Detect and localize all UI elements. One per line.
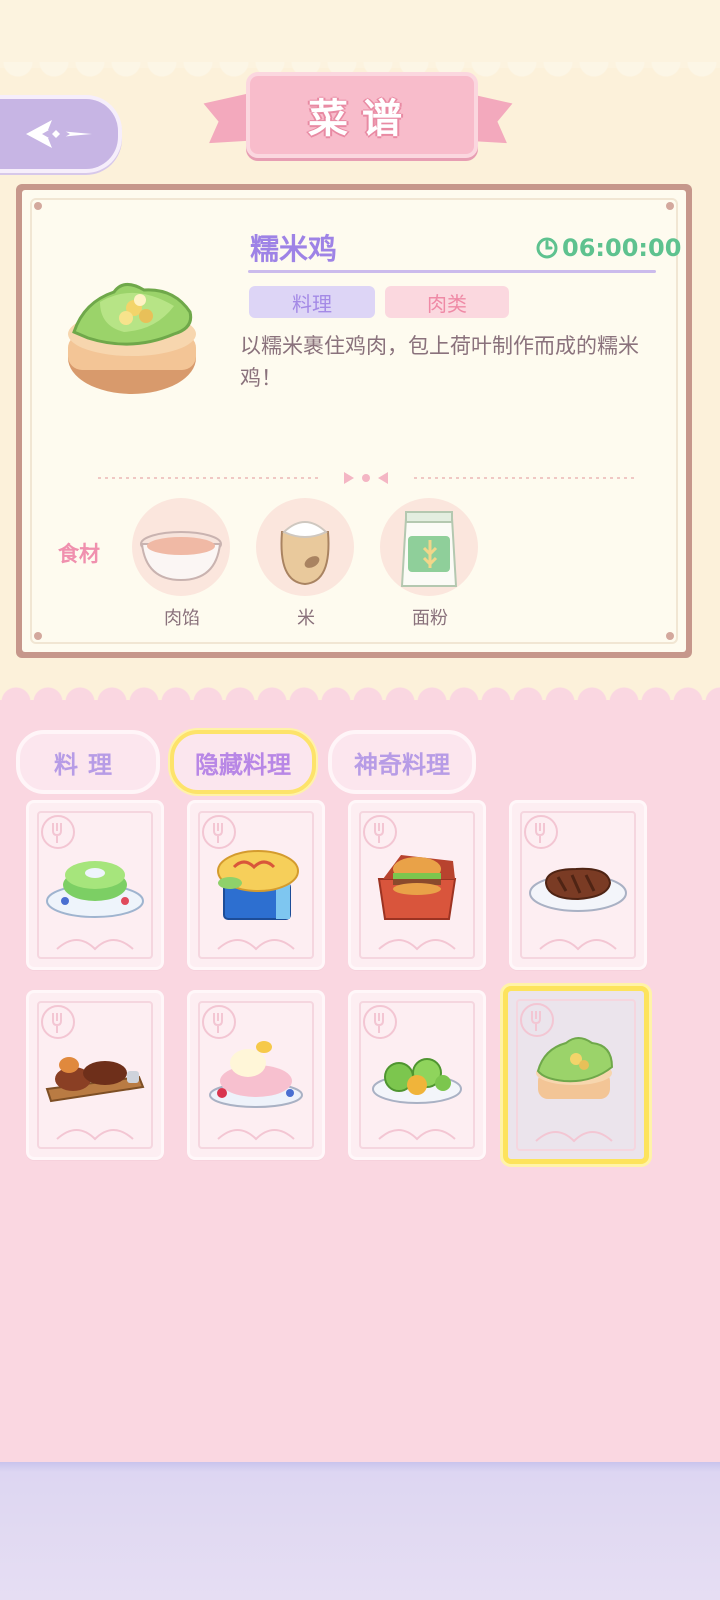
ingredient-item[interactable]: 面粉: [380, 498, 480, 629]
dish-slot[interactable]: [187, 990, 325, 1160]
recipe-name: 糯米鸡: [250, 232, 338, 266]
pig-cake-icon: [209, 1041, 303, 1108]
wheat-icon: [217, 939, 295, 951]
dish-slot[interactable]: [26, 990, 164, 1160]
dish-slot-selected[interactable]: [503, 986, 649, 1164]
meat-filling-bowl-icon: [140, 531, 222, 582]
lotus-leaf-chicken-icon: [536, 1037, 614, 1099]
green-pancake-icon: [46, 861, 144, 918]
wheat-icon: [378, 1129, 456, 1141]
wheat-icon: [56, 1129, 134, 1141]
dish-slot[interactable]: [509, 800, 647, 970]
dish-slot[interactable]: [348, 800, 486, 970]
wheat-icon: [539, 939, 617, 951]
ingredient-item[interactable]: 肉馅: [132, 498, 232, 629]
wheat-icon: [535, 1131, 613, 1143]
wheat-icon: [217, 1129, 295, 1141]
wheat-icon: [378, 939, 456, 951]
cook-timer: 06:00:00: [536, 234, 681, 262]
name-underline: [248, 270, 656, 273]
clock-icon: [536, 237, 558, 259]
ingredient-item[interactable]: 米: [256, 498, 356, 629]
tab-hidden-cooking[interactable]: 隐藏料理: [170, 730, 316, 794]
recipe-description: 以糯米裹住鸡肉，包上荷叶制作而成的糯米鸡！: [240, 334, 639, 390]
tab-cooking[interactable]: 料理: [16, 730, 160, 794]
title-ribbon: 菜谱: [206, 72, 510, 164]
green-buns-icon: [372, 1058, 462, 1104]
back-arrow-icon: [26, 120, 92, 148]
burger-box-icon: [377, 855, 457, 920]
tag-category: 料理: [249, 286, 375, 318]
tab-magic-cooking[interactable]: 神奇料理: [328, 730, 476, 794]
dish-slot[interactable]: [348, 990, 486, 1160]
ingredient-name: 米: [297, 608, 315, 629]
tag-type: 肉类: [385, 286, 509, 318]
wheat-icon: [56, 939, 134, 951]
ingredients-label: 食材: [58, 542, 100, 566]
ingredient-name: 肉馅: [164, 608, 200, 629]
cook-time: 06:00:00: [562, 234, 682, 262]
ingredient-name: 面粉: [412, 608, 448, 629]
steak-icon: [529, 867, 627, 912]
omelette-box-icon: [217, 850, 299, 920]
bottom-bar: [0, 1462, 720, 1600]
back-button[interactable]: [0, 95, 122, 173]
grilled-meat-platter-icon: [45, 1057, 145, 1103]
lotus-leaf-chicken-icon: [68, 283, 196, 394]
dish-slot[interactable]: [187, 800, 325, 970]
ribbon-divider: [98, 472, 634, 484]
flour-bag-icon: [400, 511, 458, 587]
dish-slot[interactable]: [26, 800, 164, 970]
page-title: 菜谱: [308, 96, 416, 142]
rice-sack-icon: [280, 521, 330, 586]
